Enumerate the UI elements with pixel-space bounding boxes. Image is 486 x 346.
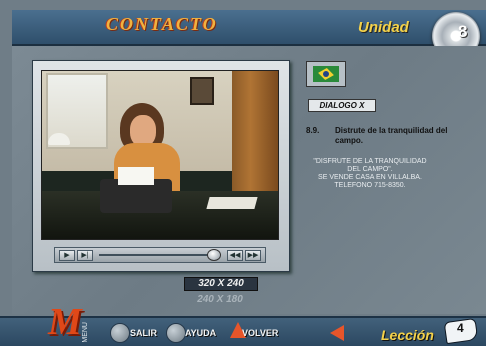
step-forward-icon[interactable]: ▶| bbox=[77, 250, 93, 261]
top-header-bar bbox=[12, 10, 486, 46]
unidad-number: 8 bbox=[458, 22, 468, 41]
ayuda-button[interactable]: AYUDA bbox=[185, 328, 216, 338]
contacto-app-window: CONTACTO Unidad 8 ▶ ▶| ◀◀ ▶▶ 320 X 240 2… bbox=[0, 0, 486, 346]
scene-picture-frame bbox=[190, 77, 214, 105]
video-display[interactable] bbox=[41, 70, 279, 240]
quote-line-1: "DISFRUTE DE LA TRANQUILIDAD bbox=[313, 158, 427, 165]
menu-label[interactable]: MENU bbox=[82, 322, 89, 343]
scene-papers bbox=[206, 197, 258, 209]
m-logo-icon: M bbox=[48, 301, 82, 343]
volver-button[interactable]: VOLVER bbox=[242, 328, 278, 338]
quote-line-3: SE VENDE CASA EN VILLALBA. bbox=[318, 174, 422, 181]
leccion-label: Lección bbox=[381, 327, 434, 343]
quote-line-2: DEL CAMPO". bbox=[347, 166, 393, 173]
play-icon[interactable]: ▶ bbox=[59, 250, 75, 261]
video-progress-track[interactable] bbox=[99, 254, 219, 256]
contacto-logo: CONTACTO bbox=[106, 14, 218, 34]
scene-paper bbox=[118, 167, 154, 185]
back-arrow-icon[interactable] bbox=[330, 325, 344, 341]
dialogo-close-icon[interactable]: X bbox=[359, 101, 364, 110]
scene-door bbox=[232, 71, 278, 201]
dialogo-label: DIALOGO bbox=[319, 101, 357, 110]
quote-line-4: TELEFONO 715-8350. bbox=[334, 182, 406, 189]
sentence-text: Distrute de la tranquilidad del campo. bbox=[335, 126, 448, 145]
brazil-flag-icon[interactable] bbox=[306, 61, 346, 87]
video-progress-knob[interactable] bbox=[207, 249, 221, 261]
forward-icon[interactable]: ▶▶ bbox=[245, 250, 261, 261]
scene-lamp bbox=[48, 133, 70, 145]
leccion-number[interactable]: 4 bbox=[457, 321, 464, 335]
quote-block: "DISFRUTE DE LA TRANQUILIDAD DEL CAMPO".… bbox=[308, 158, 432, 190]
sentence-number: 8.9. bbox=[306, 126, 320, 135]
ayuda-button-icon[interactable] bbox=[166, 323, 186, 343]
salir-button-icon[interactable] bbox=[110, 323, 130, 343]
resolution-option-320x240[interactable]: 320 X 240 bbox=[184, 277, 258, 291]
resolution-option-240x180[interactable]: 240 X 180 bbox=[184, 294, 256, 306]
flag-globe bbox=[323, 71, 329, 77]
salir-button[interactable]: SALIR bbox=[130, 328, 157, 338]
rewind-icon[interactable]: ◀◀ bbox=[227, 250, 243, 261]
video-controls: ▶ ▶| ◀◀ ▶▶ bbox=[54, 247, 266, 263]
dialogo-tab[interactable]: DIALOGO X bbox=[308, 99, 376, 112]
unidad-label: Unidad bbox=[358, 19, 409, 36]
